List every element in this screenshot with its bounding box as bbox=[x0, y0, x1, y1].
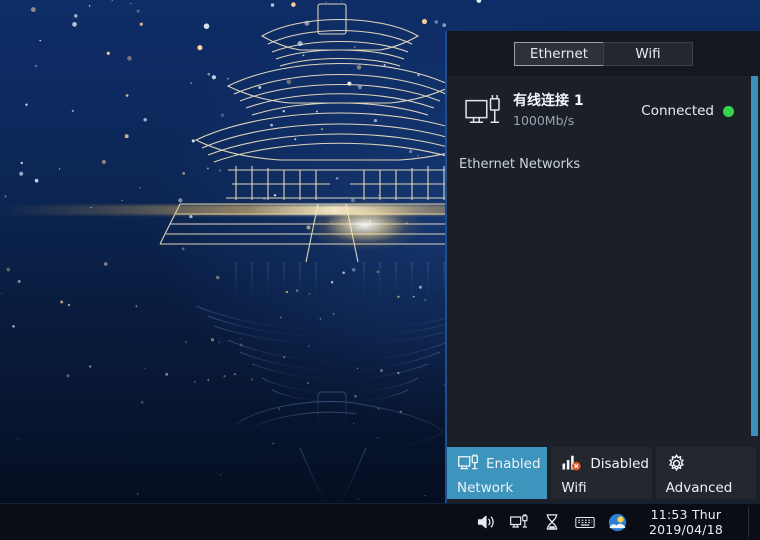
network-toggle-button[interactable]: Enabled Network bbox=[447, 447, 548, 499]
weather-icon[interactable] bbox=[608, 512, 628, 532]
tab-wifi-label: Wifi bbox=[635, 45, 661, 62]
clock-time: 11:53 Thur bbox=[650, 507, 722, 522]
taskbar: 11:53 Thur 2019/04/18 bbox=[0, 503, 760, 540]
network-state-label: Enabled bbox=[486, 455, 541, 472]
wifi-button-label: Wifi bbox=[561, 479, 587, 496]
ethernet-device-icon bbox=[461, 92, 505, 130]
network-manager-panel: Ethernet Wifi 有线连接 1 1000Mb/s Connected … bbox=[445, 31, 760, 503]
panel-tabs: Ethernet Wifi bbox=[514, 41, 693, 66]
taskbar-separator bbox=[748, 507, 749, 537]
system-tray: 11:53 Thur 2019/04/18 bbox=[476, 507, 760, 537]
panel-scrollbar[interactable] bbox=[751, 76, 758, 436]
keyboard-icon[interactable] bbox=[575, 512, 595, 532]
connection-name: 有线连接 1 bbox=[513, 93, 584, 109]
section-title-ethernet-networks: Ethernet Networks bbox=[459, 157, 581, 172]
desktop-screen: Ethernet Wifi 有线连接 1 1000Mb/s Connected … bbox=[0, 0, 760, 540]
panel-header: Ethernet Wifi bbox=[447, 31, 760, 76]
advanced-button[interactable]: Advanced bbox=[655, 447, 756, 499]
tab-ethernet-label: Ethernet bbox=[529, 45, 589, 62]
tab-wifi[interactable]: Wifi bbox=[603, 41, 693, 66]
wifi-toggle-top: Disabled bbox=[561, 451, 651, 477]
wifi-disabled-icon bbox=[561, 454, 583, 474]
clock-date: 2019/04/18 bbox=[648, 522, 723, 537]
network-tray-icon[interactable] bbox=[509, 512, 529, 532]
network-button-label: Network bbox=[457, 479, 514, 496]
advanced-top bbox=[666, 451, 756, 477]
ethernet-device-icon bbox=[457, 454, 479, 474]
connection-text: 有线连接 1 1000Mb/s bbox=[505, 92, 641, 130]
active-connection-row[interactable]: 有线连接 1 1000Mb/s Connected bbox=[447, 76, 760, 130]
advanced-button-label: Advanced bbox=[665, 479, 733, 496]
wifi-state-label: Disabled bbox=[590, 455, 649, 472]
network-toggle-top: Enabled bbox=[457, 451, 547, 477]
volume-icon[interactable] bbox=[476, 512, 496, 532]
panel-body: 有线连接 1 1000Mb/s Connected Ethernet Netwo… bbox=[447, 76, 760, 443]
gear-icon bbox=[666, 453, 688, 474]
connection-speed: 1000Mb/s bbox=[513, 113, 575, 128]
status-badge: Connected bbox=[641, 103, 714, 119]
taskbar-clock[interactable]: 11:53 Thur 2019/04/18 bbox=[641, 507, 733, 537]
hourglass-icon[interactable] bbox=[542, 512, 562, 532]
status-indicator-dot bbox=[723, 105, 734, 117]
panel-footer: Enabled Network Disabled Wifi Advanced bbox=[447, 443, 760, 503]
wifi-toggle-button[interactable]: Disabled Wifi bbox=[551, 447, 652, 499]
connection-status: Connected bbox=[641, 103, 746, 119]
tab-ethernet[interactable]: Ethernet bbox=[514, 41, 604, 66]
